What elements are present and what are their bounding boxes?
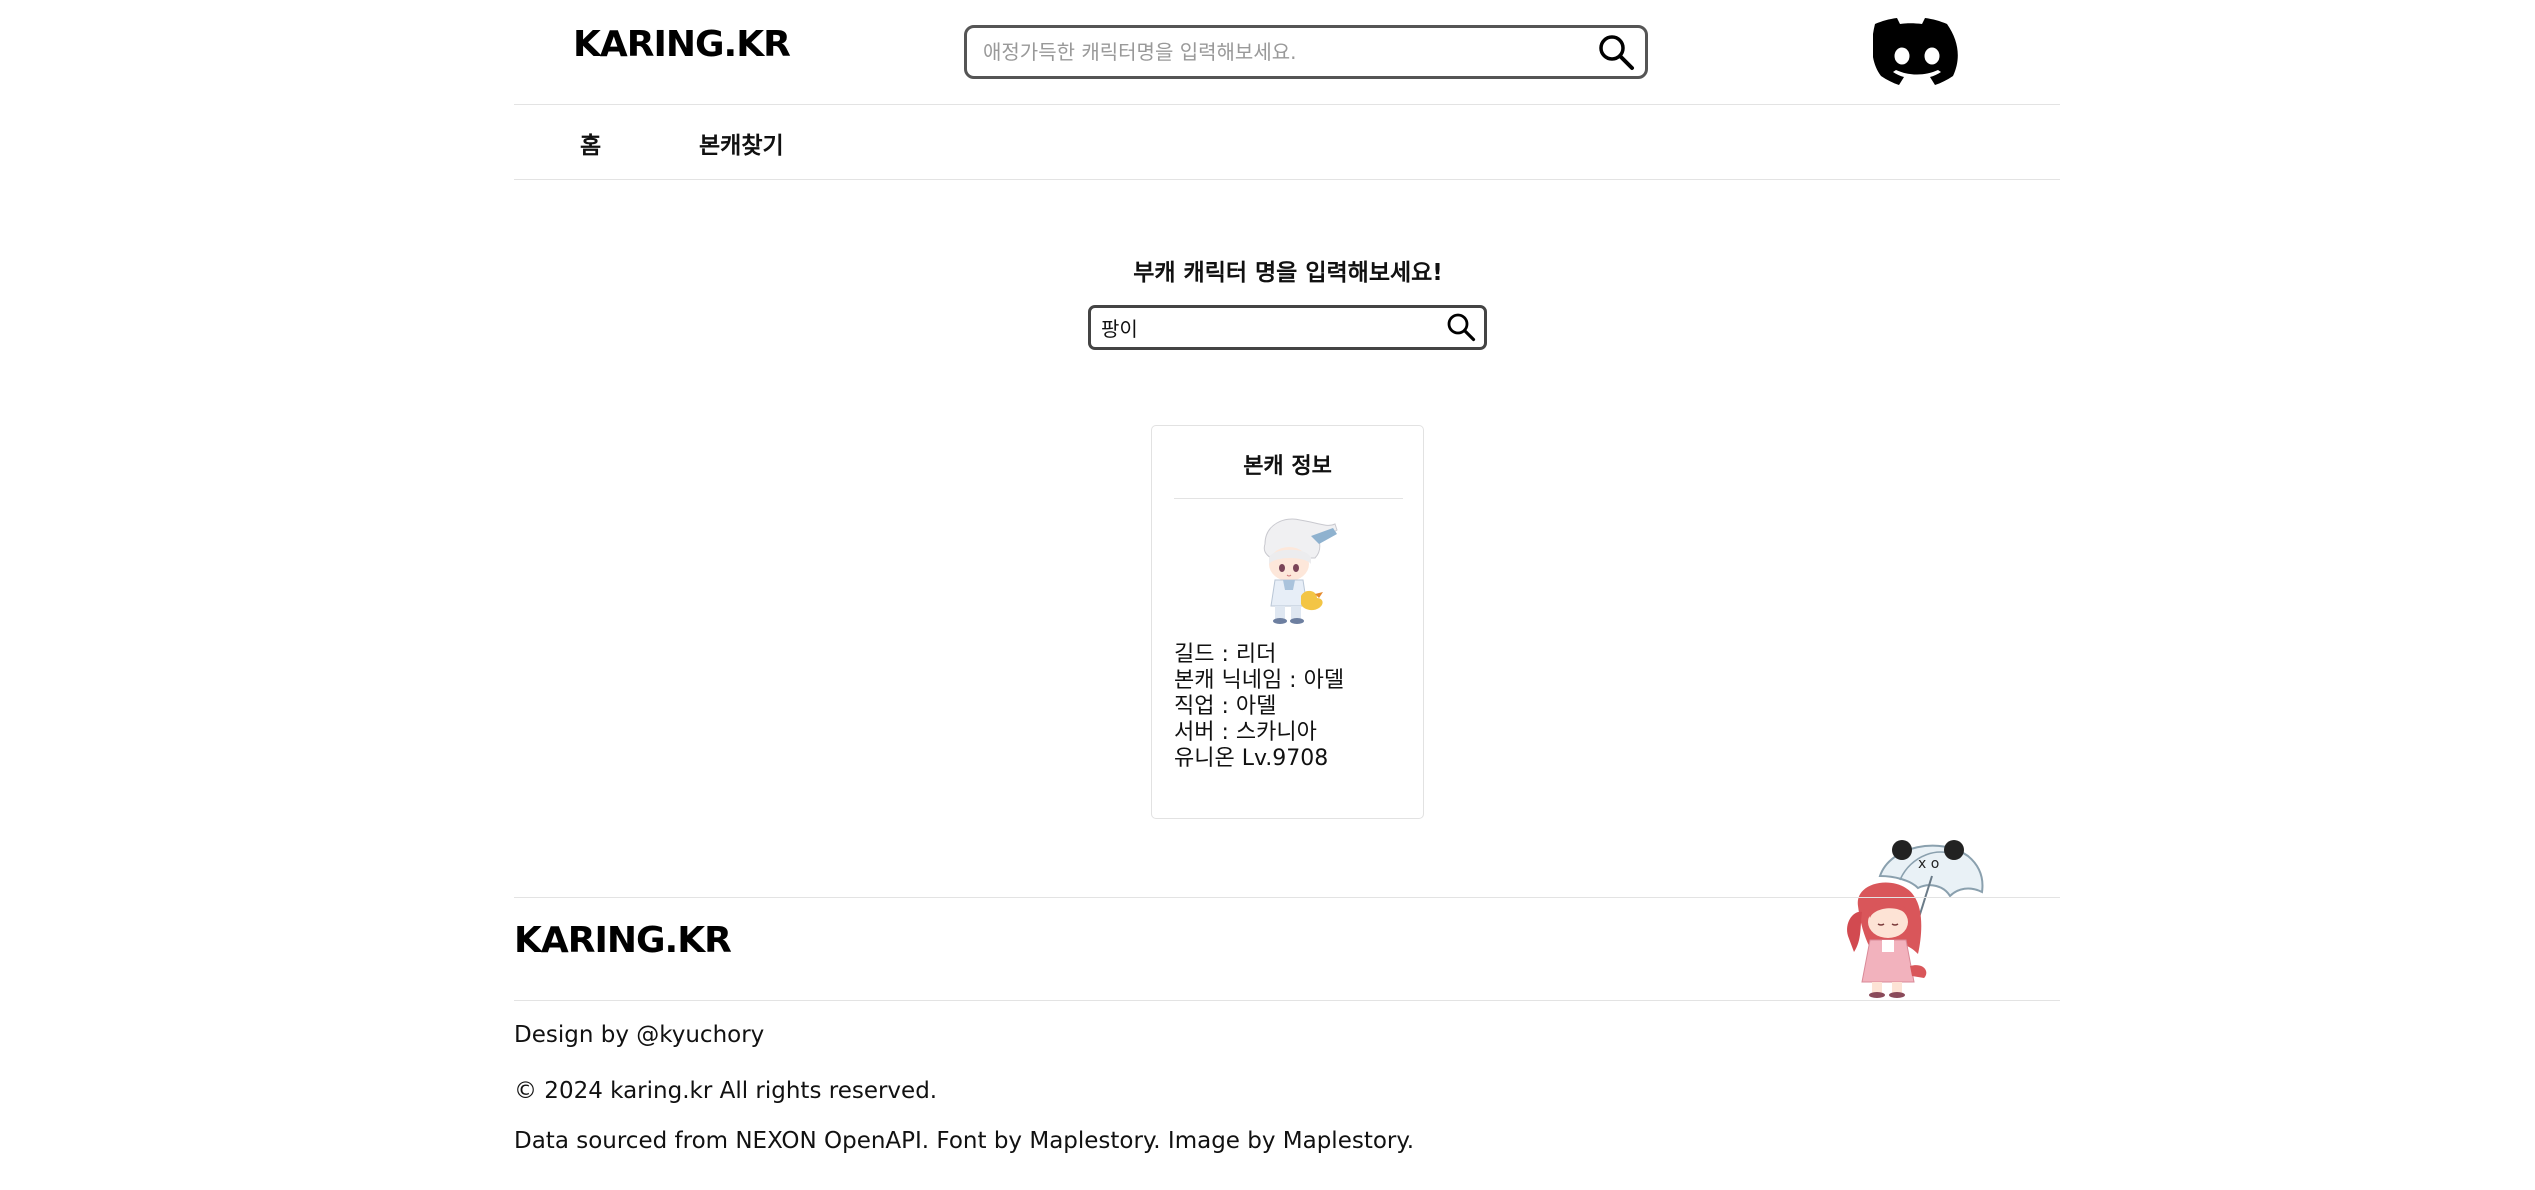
- card-title: 본캐 정보: [1243, 454, 1332, 479]
- footer-sources: Data sourced from NEXON OpenAPI. Font by…: [514, 1128, 1415, 1154]
- card-divider: [1174, 498, 1403, 499]
- server-line: 서버 : 스카니아: [1174, 720, 1317, 745]
- sub-character-search-box: [1088, 305, 1487, 350]
- footer-design-credit: Design by @kyuchory: [514, 1022, 765, 1048]
- discord-icon[interactable]: [1873, 18, 1961, 86]
- search-prompt: 부캐 캐릭터 명을 입력해보세요!: [1133, 260, 1443, 286]
- footer-divider: [514, 1000, 2060, 1001]
- union-level-line: 유니온 Lv.9708: [1174, 746, 1329, 771]
- main-nickname-line: 본캐 닉네임 : 아델: [1174, 668, 1345, 693]
- main-character-card: 본캐 정보 길드 : 리더 본캐 닉네임 : 아델 직업 : 아델 서버 : 스…: [1151, 425, 1424, 819]
- footer-copyright: © 2024 karing.kr All rights reserved.: [514, 1078, 938, 1104]
- footer-logo: KARING.KR: [514, 920, 732, 961]
- header-search-input[interactable]: [981, 28, 1581, 76]
- site-logo[interactable]: KARING.KR: [573, 24, 791, 65]
- footer-top-divider: [514, 897, 2060, 898]
- svg-text:x o: x o: [1918, 856, 1939, 872]
- sub-character-search-input[interactable]: [1099, 308, 1429, 347]
- site-header: KARING.KR: [0, 0, 2535, 104]
- guild-line: 길드 : 리더: [1174, 642, 1277, 667]
- nav-item-find-main[interactable]: 본캐찾기: [699, 126, 784, 160]
- character-avatar: [1263, 518, 1338, 624]
- mascot-character-image: x o: [1847, 840, 1984, 998]
- search-icon[interactable]: [1597, 33, 1635, 71]
- nav-divider: [514, 179, 2060, 180]
- header-divider: [514, 104, 2060, 105]
- nav-item-home[interactable]: 홈: [580, 126, 601, 160]
- job-line: 직업 : 아델: [1174, 694, 1277, 719]
- character-info: 길드 : 리더 본캐 닉네임 : 아델 직업 : 아델 서버 : 스카니아 유니…: [1174, 642, 1344, 772]
- header-search-box: [964, 25, 1648, 79]
- search-icon[interactable]: [1446, 312, 1476, 342]
